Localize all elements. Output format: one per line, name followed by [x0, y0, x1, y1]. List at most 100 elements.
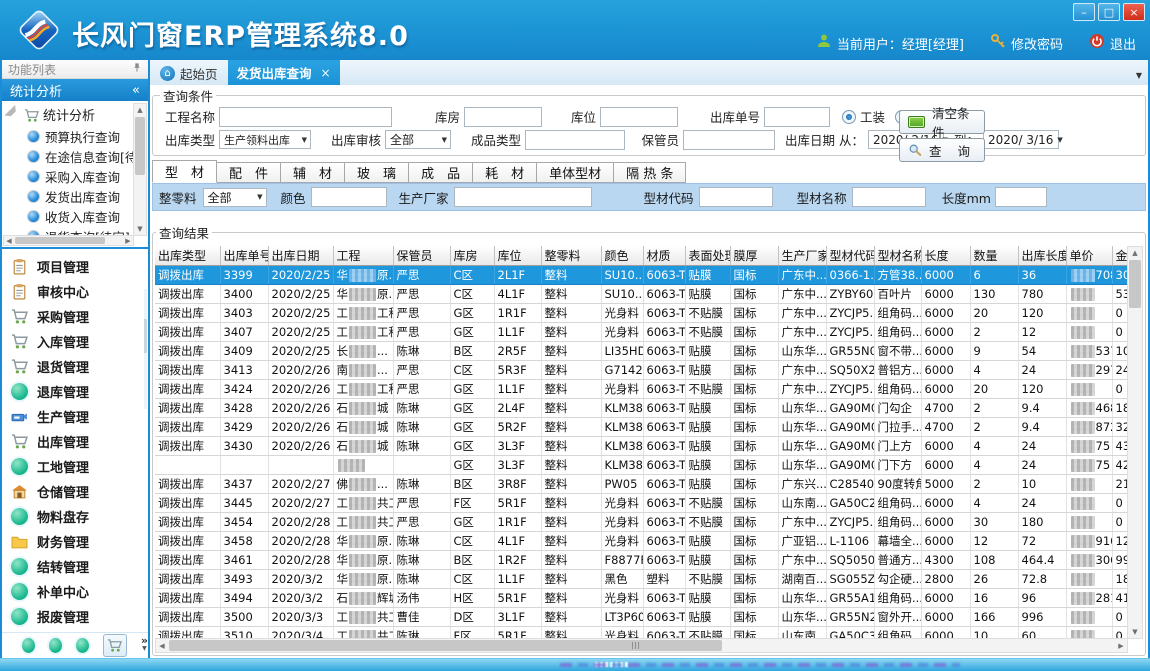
table-row[interactable]: 调拨出库34132020/2/26南...严思C区5R3F整料G71422606… [155, 361, 1128, 380]
sidebar-item-项目管理[interactable]: 项目管理 [2, 254, 148, 279]
tree-item[interactable]: 收货入库查询 [2, 206, 148, 226]
tab-list-dropdown-icon[interactable]: ▼ [1136, 71, 1142, 80]
table-row[interactable]: 调拨出库34452020/2/27工共工程严思F区5R1F整料光身料6063-T… [155, 494, 1128, 513]
material-tab-3[interactable]: 辅 材 [281, 162, 345, 183]
table-row[interactable]: 调拨出库34002020/2/25华原...严思C区4L1F整料SU10...6… [155, 285, 1128, 304]
sidebar-section-statistics[interactable]: 统计分析 « [2, 79, 148, 101]
sidebar-item-报废管理[interactable]: 报废管理 [2, 604, 148, 629]
material-tab-2[interactable]: 配 件 [217, 162, 281, 183]
more-button[interactable]: »▼ [141, 637, 148, 653]
table-row[interactable]: 调拨出库34942020/3/2石辉城汤伟H区5R1F整料光身料6063-T5贴… [155, 589, 1128, 608]
minimize-button[interactable]: – [1073, 3, 1095, 21]
scrollbar-thumb[interactable] [15, 237, 105, 244]
radio-industrial[interactable] [842, 110, 856, 124]
tab-close-icon[interactable]: × [321, 66, 331, 80]
table-row[interactable]: 调拨出库34092020/2/25长...陈琳B区2R5F整料LI35HD606… [155, 342, 1128, 361]
outbound-type-select[interactable]: 生产领料出库▼ [219, 130, 311, 149]
whole-part-select[interactable]: 全部▼ [203, 188, 267, 207]
scroll-left-icon[interactable]: ◀ [156, 639, 168, 652]
table-row[interactable]: 调拨出库33992020/2/25华原...严思C区2L1F整料SU10...6… [155, 266, 1128, 285]
pin-icon[interactable] [132, 62, 142, 76]
column-header[interactable]: 型材名称 [874, 246, 921, 266]
tree-root-statistics[interactable]: 统计分析 [2, 101, 148, 126]
material-tab-8[interactable]: 隔 热 条 [614, 162, 686, 183]
column-header[interactable]: 型材代码 [826, 246, 874, 266]
outbound-no-input[interactable] [764, 107, 830, 127]
tab-shipping-outbound-query[interactable]: 发货出库查询 × [228, 60, 340, 85]
project-name-input[interactable] [219, 107, 392, 127]
collapse-icon[interactable]: « [132, 83, 140, 98]
scroll-up-icon[interactable]: ▲ [134, 104, 146, 116]
table-row[interactable]: 调拨出库34542020/2/28工共工程严思G区1R1F整料光身料6063-T… [155, 513, 1128, 532]
table-row[interactable]: 调拨出库34282020/2/26石城陈琳G区2L4F整料KLM38176063… [155, 399, 1128, 418]
tree-item[interactable]: 采购入库查询 [2, 166, 148, 186]
column-header[interactable]: 库房 [450, 246, 494, 266]
column-header[interactable]: 单价 [1066, 246, 1112, 266]
material-tab-1[interactable]: 型 材 [152, 160, 217, 183]
table-row[interactable]: 调拨出库34242020/2/26工工程严思G区1L1F整料光身料6063-T5… [155, 380, 1128, 399]
clear-conditions-button[interactable]: 清空条件 [899, 110, 985, 134]
column-header[interactable]: 膜厚 [730, 246, 778, 266]
dot-icon[interactable] [49, 638, 62, 653]
table-row[interactable]: G区3L3F整料KLM38176063-T5贴膜国标山东华...GA90M09.… [155, 456, 1128, 475]
tab-home[interactable]: ⌂ 起始页 [150, 61, 228, 85]
table-row[interactable]: 调拨出库34302020/2/26石城陈琳G区3L3F整料KLM38176063… [155, 437, 1128, 456]
sidebar-item-物料盘存[interactable]: 物料盘存 [2, 504, 148, 529]
column-header[interactable]: 生产厂家 [778, 246, 826, 266]
sidebar-item-结转管理[interactable]: 结转管理 [2, 554, 148, 579]
search-button[interactable]: 查 询 [899, 138, 985, 162]
tree-item[interactable]: 在途信息查询[待 [2, 146, 148, 166]
scroll-right-icon[interactable]: ▶ [123, 236, 133, 245]
sidebar-item-退库管理[interactable]: 退库管理 [2, 379, 148, 404]
table-row[interactable]: 调拨出库34612020/2/28华原...陈琳B区1R2F整料F8877FT6… [155, 551, 1128, 570]
manufacturer-input[interactable] [454, 187, 592, 207]
cart-toolbar-button[interactable] [103, 634, 127, 657]
maximize-button[interactable]: □ [1098, 3, 1120, 21]
material-tab-6[interactable]: 耗 材 [473, 162, 537, 183]
column-header[interactable]: 数量 [970, 246, 1018, 266]
date-to-picker[interactable]: 2020/ 3/16▼ [983, 130, 1059, 149]
column-header[interactable]: 库位 [494, 246, 541, 266]
close-button[interactable]: × [1123, 3, 1145, 21]
sidebar-item-工地管理[interactable]: 工地管理 [2, 454, 148, 479]
column-header[interactable]: 出库类型 [155, 246, 220, 266]
column-header[interactable]: 表面处理 [685, 246, 730, 266]
location-input[interactable] [600, 107, 678, 127]
column-header[interactable]: 出库日期 [268, 246, 333, 266]
table-row[interactable]: 调拨出库34372020/2/27佛...陈琳B区3R8F整料PW056063-… [155, 475, 1128, 494]
scrollbar-thumb[interactable] [1129, 260, 1141, 308]
length-input[interactable] [995, 187, 1047, 207]
scroll-down-icon[interactable]: ▼ [1128, 626, 1142, 638]
table-row[interactable]: 调拨出库35002020/3/3工共工程曹佳D区3L1F整料LT3P606063… [155, 608, 1128, 627]
column-header[interactable]: 保管员 [393, 246, 450, 266]
grid-horizontal-scrollbar[interactable]: ◀ ▶ [155, 638, 1128, 653]
column-header[interactable]: 整零料 [541, 246, 601, 266]
profile-name-input[interactable] [852, 187, 926, 207]
warehouse-input[interactable] [464, 107, 542, 127]
material-tab-4[interactable]: 玻 璃 [345, 162, 409, 183]
logout-button[interactable]: 退出 [1089, 33, 1136, 53]
scroll-down-icon[interactable]: ▼ [134, 223, 146, 235]
column-header[interactable]: 出库长度 [1018, 246, 1066, 266]
scroll-up-icon[interactable]: ▲ [1128, 247, 1142, 259]
table-row[interactable]: 调拨出库34032020/2/25工工程严思G区1R1F整料光身料6063-T5… [155, 304, 1128, 323]
sidebar-item-入库管理[interactable]: 入库管理 [2, 329, 148, 354]
change-password-button[interactable]: 修改密码 [990, 33, 1063, 53]
expander-icon[interactable] [4, 105, 23, 124]
column-header[interactable]: 材质 [643, 246, 685, 266]
table-row[interactable]: 调拨出库34932020/3/2华原...陈琳C区1L1F整料黑色塑料不贴膜国标… [155, 570, 1128, 589]
keeper-input[interactable] [683, 130, 775, 150]
sidebar-item-生产管理[interactable]: 生产管理 [2, 404, 148, 429]
scroll-right-icon[interactable]: ▶ [1115, 639, 1127, 652]
sidebar-item-采购管理[interactable]: 采购管理 [2, 304, 148, 329]
material-tab-5[interactable]: 成 品 [409, 162, 473, 183]
scrollbar-thumb[interactable] [135, 117, 145, 175]
tree-vertical-scrollbar[interactable]: ▲ ▼ [133, 103, 147, 236]
column-header[interactable]: 出库单号 [220, 246, 268, 266]
dot-icon[interactable] [22, 638, 35, 653]
column-header[interactable]: 颜色 [601, 246, 643, 266]
sidebar-item-补单中心[interactable]: 补单中心 [2, 579, 148, 604]
tree-horizontal-scrollbar[interactable]: ◀ ▶ [3, 235, 134, 246]
profile-code-input[interactable] [699, 187, 773, 207]
table-row[interactable]: 调拨出库34072020/2/25工工程严思G区1L1F整料光身料6063-T5… [155, 323, 1128, 342]
